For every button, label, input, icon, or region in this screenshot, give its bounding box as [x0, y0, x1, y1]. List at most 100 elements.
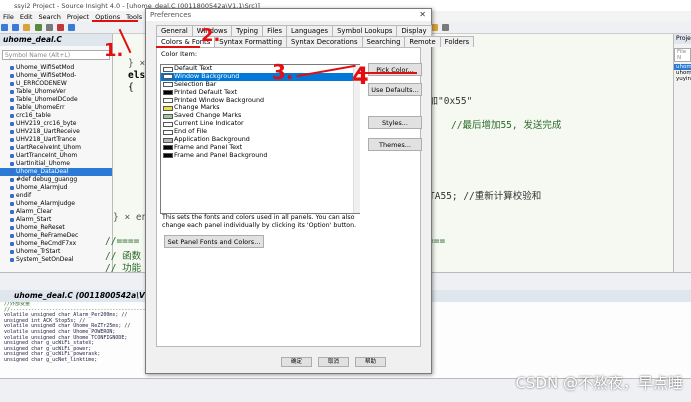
color-swatch — [163, 153, 173, 159]
save-icon[interactable] — [34, 24, 42, 31]
ok-button[interactable]: 确定 — [281, 357, 312, 367]
color-item-label: End of File — [174, 127, 208, 136]
tab-searching[interactable]: Searching — [361, 36, 406, 47]
symbol-item[interactable]: Uhome_ReReset — [0, 224, 112, 232]
color-swatch — [163, 98, 173, 104]
tab-display[interactable]: Display — [396, 25, 432, 36]
symbol-list: Uhome_WifiSetMod Uhome_WifiSetMod- U_ERR… — [0, 64, 112, 264]
color-item-label: Selection Bar — [174, 79, 217, 88]
symbol-item[interactable]: UHV218_UartReceive — [0, 128, 112, 136]
symbol-item[interactable]: Uhome_ReCmdF7xx — [0, 240, 112, 248]
symbol-item[interactable]: Uhome_ReFrameDec — [0, 232, 112, 240]
symbol-panel-title: uhome_deal.C — [0, 34, 112, 46]
open-icon[interactable] — [23, 24, 31, 31]
project-file-search[interactable]: File N — [674, 48, 691, 62]
color-item-label: Current Line Indicator — [174, 119, 244, 128]
color-item-label: Printed Window Background — [174, 95, 265, 104]
find-icon[interactable] — [68, 24, 76, 31]
symbol-item[interactable]: UHV218_UartTrance — [0, 136, 112, 144]
symbol-item[interactable]: Uhome_WifiSetMod — [0, 64, 112, 72]
annotation-step-1: 1. — [104, 40, 124, 61]
symbol-item[interactable]: Uhome_AlarmJudge — [0, 200, 112, 208]
bookmark-icon[interactable] — [431, 24, 439, 31]
symbol-item[interactable]: endif — [0, 192, 112, 200]
pick-color-button[interactable]: Pick Color... — [368, 63, 422, 76]
menu-project[interactable]: Project — [64, 13, 92, 21]
tab-syntax-formatting[interactable]: Syntax Formatting — [214, 36, 288, 47]
color-item-label: Frame and Panel Background — [174, 150, 268, 159]
symbol-item[interactable]: U_ERRCODENEW — [0, 80, 112, 88]
symbol-item[interactable]: UartInitial_Uhome — [0, 160, 112, 168]
color-item-label: Change Marks — [174, 103, 220, 112]
close-file-icon[interactable] — [57, 24, 65, 31]
dialog-title-bar: Preferences ✕ — [146, 9, 431, 21]
color-item-label: Window Background — [174, 71, 240, 80]
symbol-item[interactable]: Table_UhomeErr — [0, 104, 112, 112]
code-comment: //==== — [105, 236, 140, 247]
color-swatch — [163, 137, 173, 143]
project-file-item[interactable]: yuyin — [674, 76, 691, 82]
use-defaults-button[interactable]: Use Defaults... — [368, 83, 422, 96]
color-swatch — [163, 82, 173, 88]
symbol-item[interactable]: Alarm_Start — [0, 216, 112, 224]
symbol-item[interactable]: Table_UhomeIDCode — [0, 96, 112, 104]
symbol-item[interactable]: UartReceiveInt_Uhom — [0, 144, 112, 152]
menu-file[interactable]: File — [0, 13, 17, 21]
tab-typing[interactable]: Typing — [231, 25, 264, 36]
themes-button[interactable]: Themes... — [368, 138, 422, 151]
annotation-underline-pick — [357, 72, 417, 74]
symbol-panel: uhome_deal.C Symbol Name (Alt+L) Uhome_W… — [0, 34, 113, 272]
color-item-label: Saved Change Marks — [174, 111, 242, 120]
code-line: els — [128, 70, 146, 81]
tab-remote[interactable]: Remote — [404, 36, 441, 47]
tab-row-1: General Windows Typing Files Languages S… — [156, 25, 432, 36]
tab-symbol-lookups[interactable]: Symbol Lookups — [332, 25, 398, 36]
close-icon[interactable]: ✕ — [419, 9, 426, 21]
print-icon[interactable] — [45, 24, 53, 31]
panel-description: This sets the fonts and colors used in a… — [162, 214, 357, 229]
color-item-list[interactable]: Default Text Window Background Selection… — [160, 64, 360, 214]
annotation-underline-tab — [156, 46, 200, 48]
menu-edit[interactable]: Edit — [17, 13, 36, 21]
color-swatch — [163, 74, 173, 80]
symbol-item[interactable]: Uhome_AlarmJud — [0, 184, 112, 192]
symbol-item[interactable]: UartTranceInt_Uhom — [0, 152, 112, 160]
annotation-step-4: 4 — [352, 62, 369, 90]
menu-search[interactable]: Search — [35, 13, 63, 21]
settings-icon[interactable] — [442, 24, 450, 31]
tab-files[interactable]: Files — [262, 25, 288, 36]
dialog-footer: 确定 取消 帮助 — [281, 357, 386, 367]
color-item-label: Application Background — [174, 135, 250, 144]
symbol-item[interactable]: Uhome_WifiSetMod- — [0, 72, 112, 80]
back-icon[interactable] — [1, 24, 8, 31]
annotation-step-2: 2. — [201, 25, 221, 46]
tab-syntax-decorations[interactable]: Syntax Decorations — [286, 36, 363, 47]
watermark: CSDN @不熬夜，早点睡 — [515, 374, 683, 392]
symbol-item[interactable]: Alarm_Clear — [0, 208, 112, 216]
color-item[interactable]: Frame and Panel Background — [161, 150, 359, 160]
symbol-search-input[interactable]: Symbol Name (Alt+L) — [2, 50, 110, 60]
symbol-item[interactable]: Uhome_TrStart — [0, 248, 112, 256]
symbol-item[interactable]: System_SetOnDeal — [0, 256, 112, 264]
color-item-label: Color Item: — [161, 50, 198, 58]
color-swatch — [163, 90, 173, 96]
forward-icon[interactable] — [12, 24, 20, 31]
color-swatch — [163, 113, 173, 119]
tab-languages[interactable]: Languages — [286, 25, 334, 36]
symbol-item[interactable]: Table_UhomeVer — [0, 88, 112, 96]
symbol-item[interactable]: crc16_table — [0, 112, 112, 120]
tab-general[interactable]: General — [156, 25, 193, 36]
project-panel-title: Proje — [674, 34, 691, 44]
code-line: TA55; //重新计算校验和 — [429, 191, 542, 202]
cancel-button[interactable]: 取消 — [318, 357, 349, 367]
set-panel-fonts-button[interactable]: Set Panel Fonts and Colors... — [164, 235, 264, 248]
symbol-item[interactable]: UHV219_crc16_byte — [0, 120, 112, 128]
tab-folders[interactable]: Folders — [439, 36, 475, 47]
symbol-item-selected[interactable]: Uhome_DataDeal — [0, 168, 112, 176]
help-button[interactable]: 帮助 — [355, 357, 386, 367]
project-panel: Proje File N uhom uhom yuyin — [673, 34, 691, 272]
dialog-title: Preferences — [150, 11, 192, 19]
styles-button[interactable]: Styles... — [368, 116, 422, 129]
color-swatch — [163, 105, 173, 111]
symbol-item[interactable]: #def debug_guangg — [0, 176, 112, 184]
